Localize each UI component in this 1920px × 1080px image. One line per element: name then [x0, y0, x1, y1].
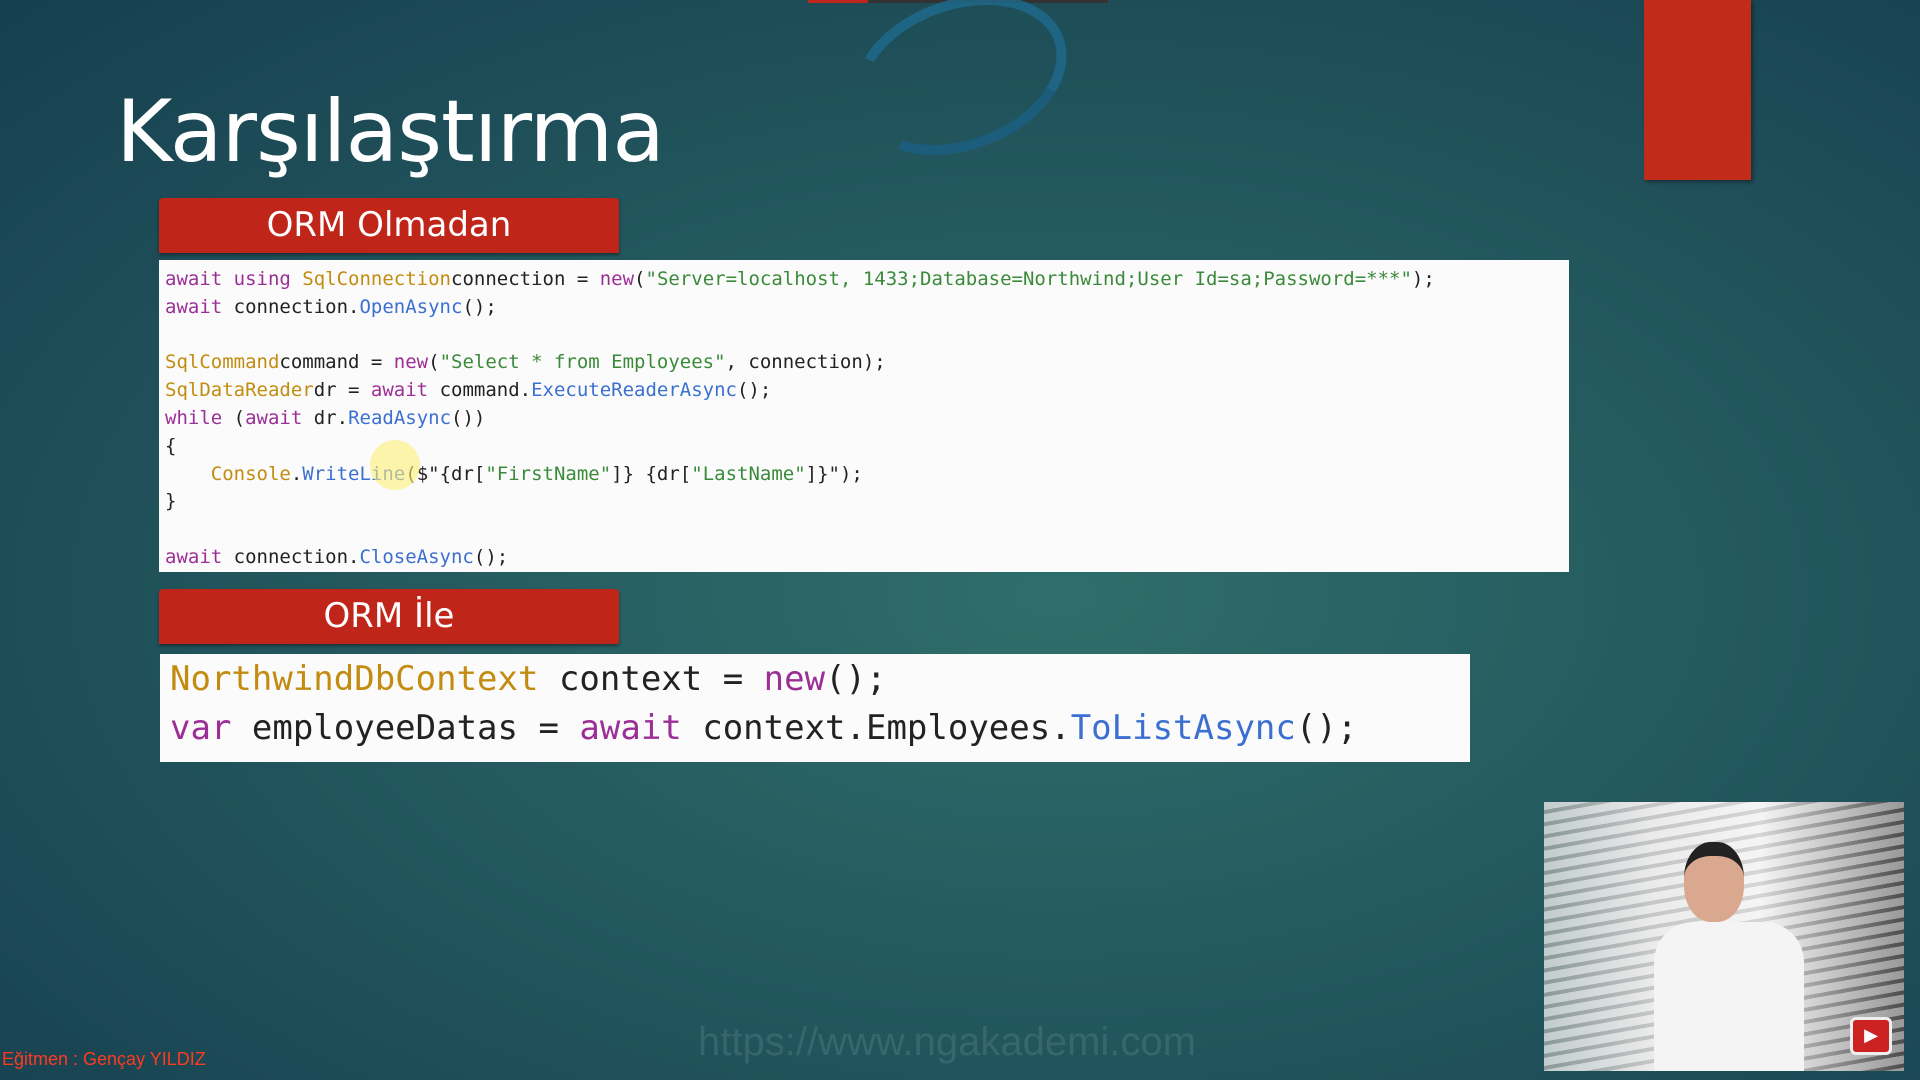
trainer-label: Eğitmen : Gençay YILDIZ [2, 1049, 206, 1069]
code-token: "Select * from Employees" [439, 351, 726, 374]
code-token: , connection); [725, 351, 886, 374]
code-token: connection. [233, 295, 360, 318]
code-token: ]}"); [805, 462, 863, 485]
code-token: await [245, 406, 314, 429]
code-token: ExecuteReaderAsync [531, 379, 737, 402]
code-token: NorthwindDbContext [170, 659, 539, 699]
code-token: await [165, 545, 234, 568]
code-line: } [165, 488, 1563, 516]
code-token: { [165, 434, 177, 457]
slide-title: Karşılaştırma [116, 82, 665, 182]
section-banner-orm-ile: ORM İle [159, 589, 619, 644]
code-token: (); [1295, 708, 1358, 748]
watermark-url: https://www.ngakademi.com [698, 1020, 1196, 1064]
code-line: SqlDataReaderdr = await command.ExecuteR… [165, 377, 1563, 405]
code-token: CloseAsync [359, 545, 474, 568]
code-token: OpenAsync [359, 295, 463, 318]
code-token: SqlCommand [165, 351, 280, 374]
presenter [1654, 842, 1804, 1071]
code-token: . [290, 462, 303, 485]
code-line: await connection.CloseAsync(); [165, 544, 1563, 572]
code-token: connection = [451, 268, 600, 290]
code-token: ); [1411, 268, 1435, 290]
code-token: await [579, 708, 703, 748]
code-token: await [370, 379, 440, 402]
code-token: Console [210, 462, 291, 485]
code-block-with-orm: NorthwindDbContext context = new(); var e… [160, 654, 1470, 762]
code-token: await using [165, 268, 303, 290]
code-block-without-orm: await using SqlConnectionconnection = ne… [159, 260, 1569, 572]
code-token: connection. [233, 545, 360, 568]
code-token: "LastName" [691, 462, 806, 485]
code-token: ReadAsync [348, 406, 452, 429]
code-token: (); [473, 545, 509, 568]
code-token: employeeDatas = [251, 708, 580, 748]
code-line: await using SqlConnectionconnection = ne… [165, 266, 1563, 294]
decorative-swirl [830, 0, 1090, 184]
youtube-play-icon[interactable]: ▶ [1850, 1017, 1892, 1055]
code-token: await [165, 295, 234, 318]
code-token: context = [538, 659, 764, 699]
code-token: ]} {dr[ [611, 462, 692, 485]
code-token: (); [736, 379, 772, 402]
code-token: "FirstName" [485, 462, 612, 485]
code-token: (); [462, 295, 497, 318]
code-token: } [165, 490, 177, 513]
code-line: await connection.OpenAsync(); [165, 294, 1563, 322]
code-token: command. [439, 379, 532, 402]
mouse-cursor-highlight [370, 440, 420, 490]
code-token: command = [279, 351, 394, 374]
code-token: ()) [451, 406, 486, 429]
code-token: ToListAsync [1070, 708, 1296, 748]
code-token: context.Employees. [702, 708, 1071, 748]
code-token: var [170, 708, 252, 748]
code-token: SqlConnection [302, 268, 451, 290]
code-token: "Server=localhost, 1433;Database=Northwi… [645, 268, 1412, 290]
decorative-red-block [1644, 0, 1751, 180]
code-token: new [599, 268, 635, 290]
code-token: while [165, 406, 234, 429]
code-line: NorthwindDbContext context = new(); [170, 655, 1460, 704]
section-banner-orm-olmadan: ORM Olmadan [159, 198, 619, 253]
code-line: while (await dr.ReadAsync()) [165, 405, 1563, 433]
code-token: SqlDataReader [165, 379, 314, 402]
code-token: new [763, 659, 826, 699]
code-token: ( [233, 406, 246, 429]
code-token: ( [428, 351, 440, 374]
code-token: dr = [313, 379, 371, 402]
code-token: new [393, 351, 429, 374]
webcam-overlay: ▶ [1544, 802, 1904, 1071]
code-token: (); [825, 659, 887, 699]
code-line: var employeeDatas = await context.Employ… [170, 704, 1460, 753]
code-token: dr. [313, 406, 349, 429]
code-line: SqlCommandcommand = new("Select * from E… [165, 349, 1563, 377]
code-token: ( [634, 268, 646, 290]
